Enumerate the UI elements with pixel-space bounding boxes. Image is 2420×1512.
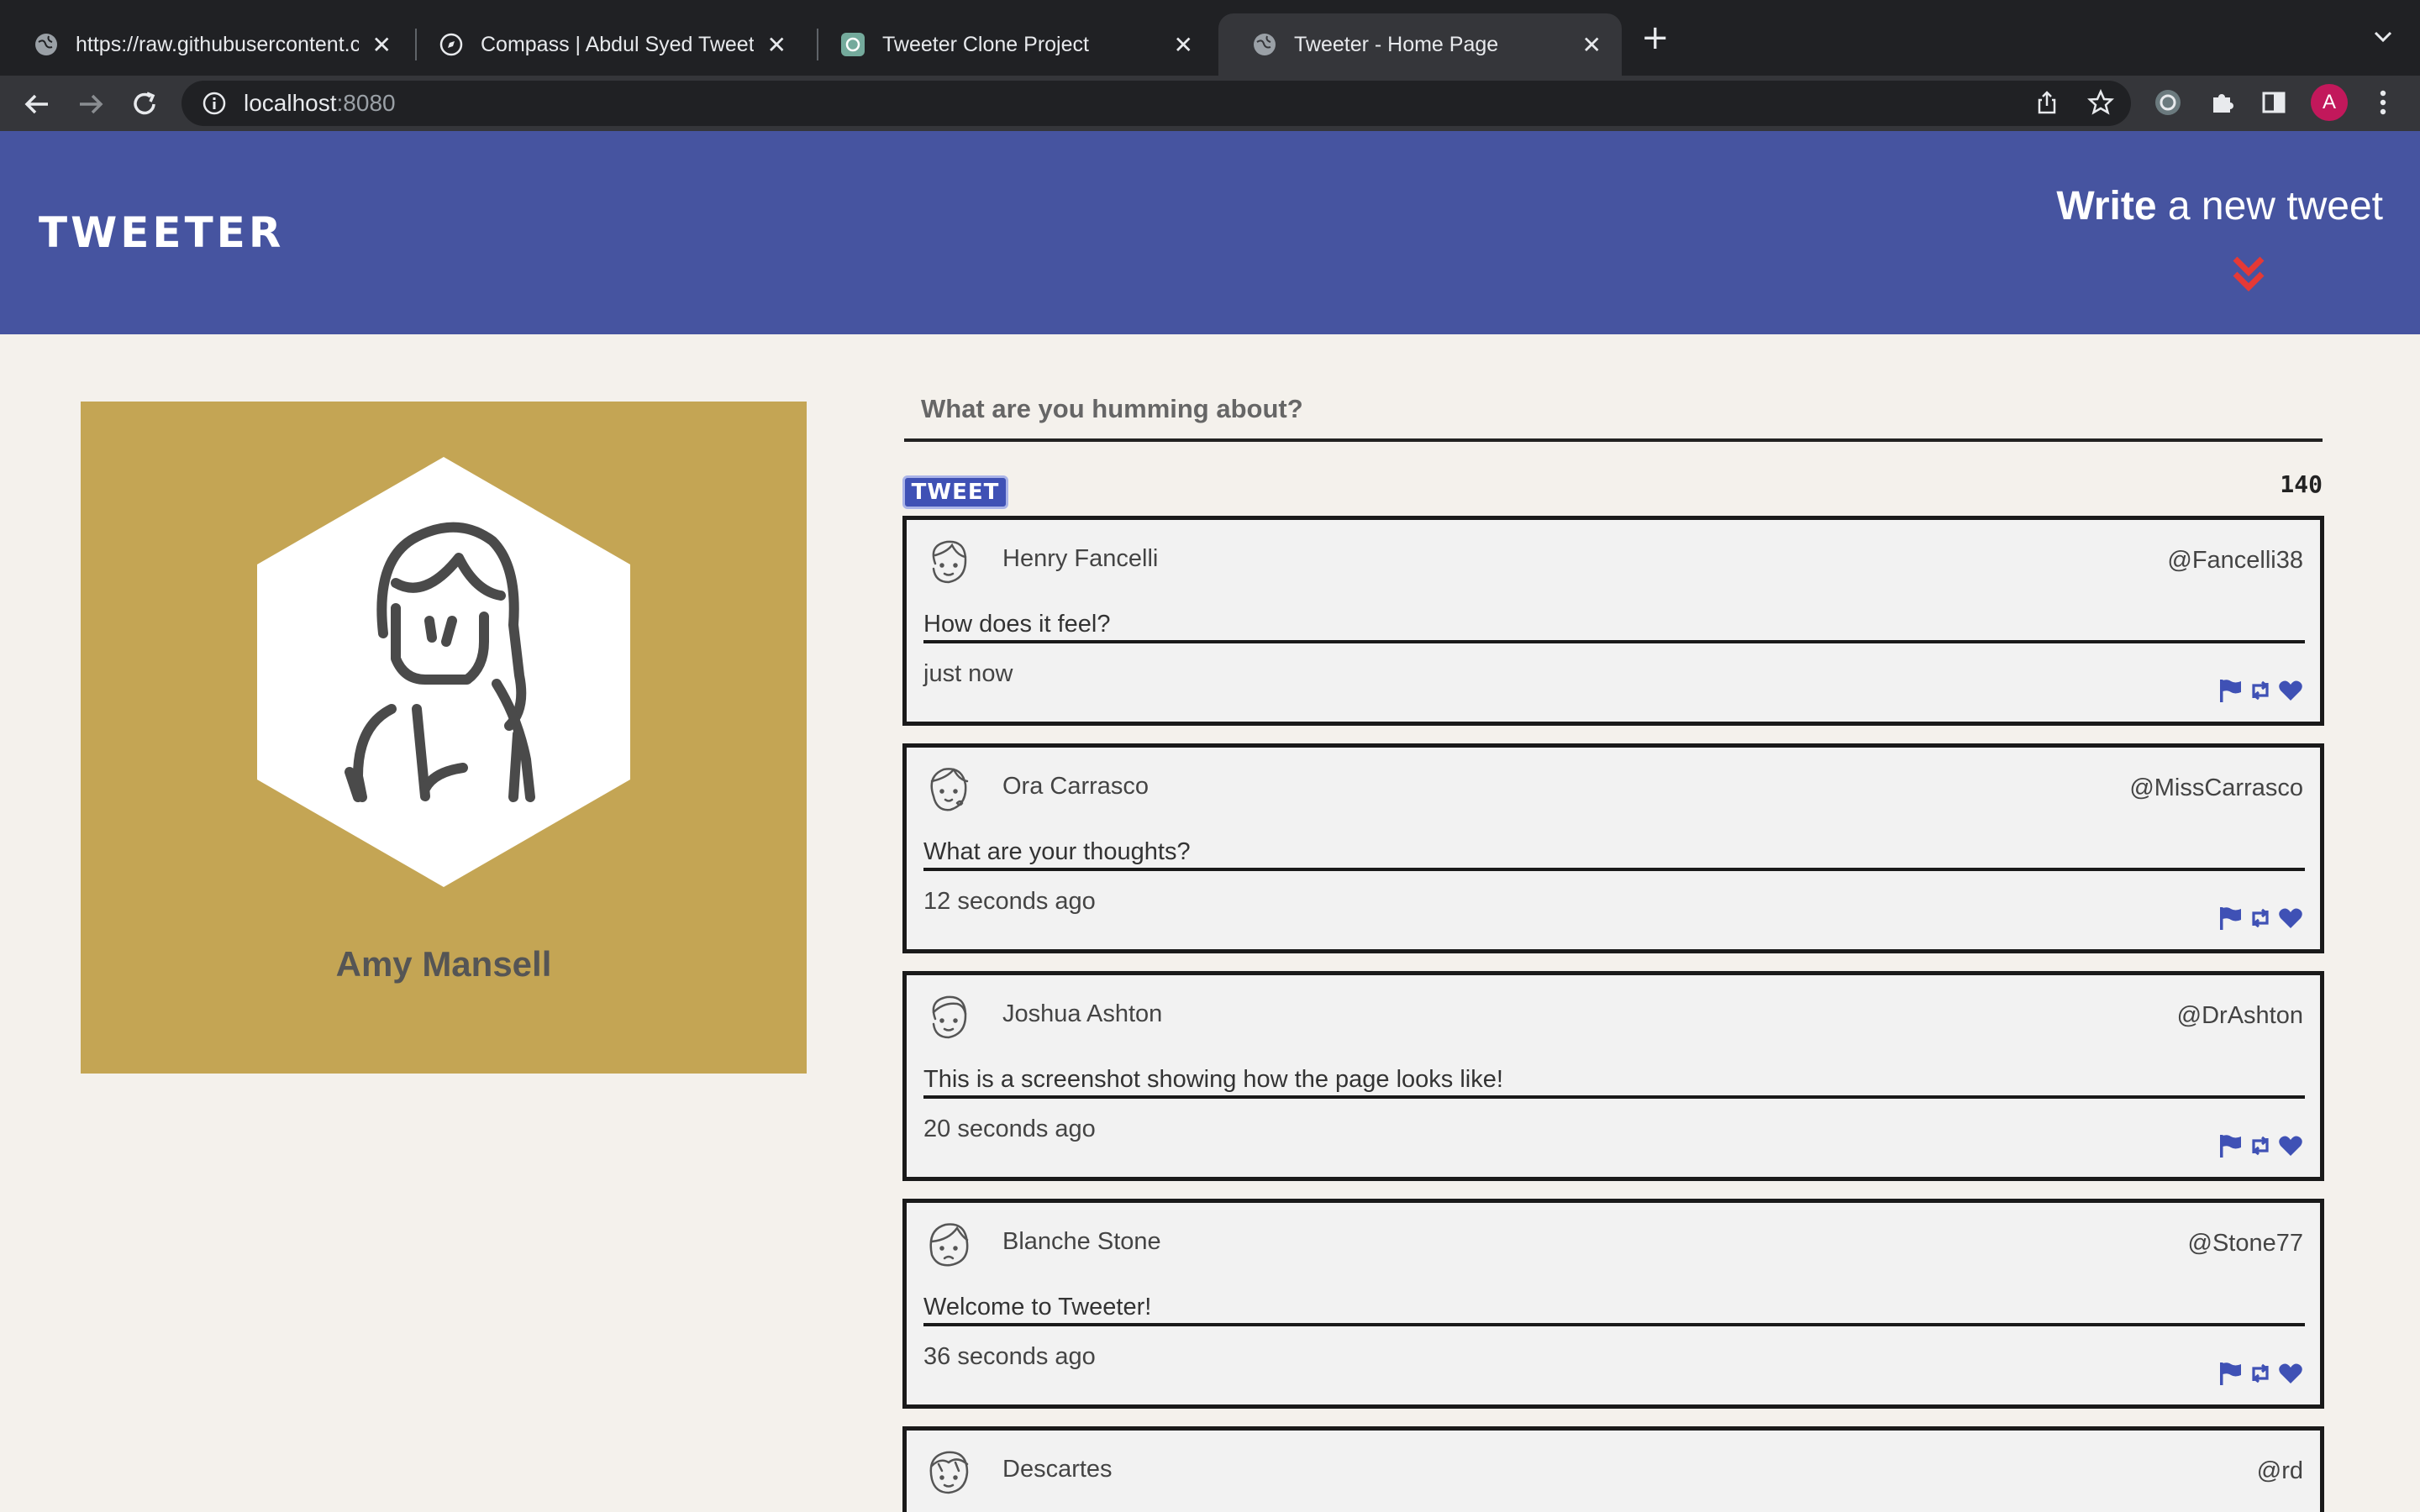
tweet-author-name: Blanche Stone	[1002, 1228, 1161, 1255]
tweet-author-handle: @rd	[2256, 1457, 2303, 1484]
user-avatar	[932, 540, 967, 584]
app-logo[interactable]: TWEETER	[39, 208, 284, 257]
browser-tab-3[interactable]: Tweeter Clone Project ✕	[807, 13, 1213, 76]
tab-title: https://raw.githubusercontent.com	[76, 32, 359, 56]
new-tweet-form	[904, 380, 2323, 442]
globe-icon	[35, 34, 57, 55]
tweet-card: Ora Carrasco @MissCarrasco What are your…	[902, 743, 2324, 953]
heart-icon[interactable]	[2278, 1361, 2303, 1386]
compose-label-rest: a new tweet	[2156, 184, 2383, 228]
flag-icon[interactable]	[2217, 1361, 2243, 1386]
tweet-timestamp: 20 seconds ago	[923, 1116, 1096, 1142]
close-icon[interactable]: ✕	[1582, 31, 1602, 59]
browser-tab-active[interactable]: Tweeter - Home Page ✕	[1218, 13, 1622, 76]
tweet-card: Henry Fancelli @Fancelli38 How does it f…	[902, 516, 2324, 726]
browser-tab-2[interactable]: Compass | Abdul Syed Tweeter ✕	[405, 13, 807, 76]
browser-tab-1[interactable]: https://raw.githubusercontent.com ✕	[0, 13, 412, 76]
back-icon[interactable]	[20, 87, 54, 121]
tweet-divider	[923, 868, 2305, 871]
flag-icon[interactable]	[2217, 906, 2243, 931]
tweet-author-handle: @DrAshton	[2176, 1002, 2303, 1029]
address-bar[interactable]: localhost:8080	[182, 81, 2131, 126]
share-icon[interactable]	[2030, 86, 2064, 119]
user-avatar	[930, 768, 969, 811]
browser-tabstrip: https://raw.githubusercontent.com ✕ Comp…	[0, 0, 2420, 76]
compose-label-bold: Write	[2056, 184, 2157, 228]
tab-title: Compass | Abdul Syed Tweeter	[481, 32, 754, 56]
puzzle-icon[interactable]	[2205, 86, 2238, 119]
app-header: TWEETER Write a new tweet	[0, 131, 2420, 334]
tweet-card: Descartes @rd	[902, 1426, 2324, 1512]
tweet-card: Blanche Stone @Stone77 Welcome to Tweete…	[902, 1199, 2324, 1409]
profile-avatar	[257, 457, 630, 887]
tweet-actions	[2217, 1361, 2303, 1386]
url-host: localhost	[244, 90, 337, 116]
tweet-timestamp: 36 seconds ago	[923, 1343, 1096, 1370]
tweet-author-handle: @Fancelli38	[2167, 547, 2303, 574]
user-avatar	[929, 1451, 969, 1494]
tweet-author-handle: @MissCarrasco	[2129, 774, 2303, 801]
heart-icon[interactable]	[2278, 906, 2303, 931]
tweet-divider	[923, 1095, 2305, 1099]
retweet-icon[interactable]	[2248, 678, 2273, 703]
retweet-icon[interactable]	[2248, 1133, 2273, 1158]
tab-title: Tweeter - Home Page	[1294, 32, 1499, 56]
tweet-author-handle: @Stone77	[2187, 1230, 2303, 1257]
user-avatar	[932, 995, 967, 1039]
profile-card: Amy Mansell	[81, 402, 807, 1074]
kebab-menu-icon[interactable]	[2366, 86, 2400, 119]
heart-icon[interactable]	[2278, 1133, 2303, 1158]
tweet-divider	[923, 640, 2305, 643]
write-new-tweet-toggle[interactable]: Write a new tweet	[2056, 183, 2383, 229]
tweet-actions	[2217, 906, 2303, 931]
flag-icon[interactable]	[2217, 678, 2243, 703]
side-panel-icon[interactable]	[2257, 86, 2291, 119]
url-port: :8080	[336, 90, 396, 116]
tweet-divider	[923, 1323, 2305, 1326]
chevron-down-icon[interactable]	[2371, 25, 2395, 49]
tweet-text-input[interactable]	[904, 380, 2323, 438]
heart-icon[interactable]	[2278, 678, 2303, 703]
info-icon[interactable]	[202, 91, 227, 116]
new-tab-icon[interactable]: +	[1641, 18, 1670, 57]
tweet-text: Welcome to Tweeter!	[923, 1294, 1152, 1320]
extension-chatgpt-icon[interactable]	[2151, 86, 2185, 119]
chatgpt-icon	[841, 33, 865, 56]
tweet-author-name: Henry Fancelli	[1002, 545, 1159, 572]
browser-profile-avatar[interactable]: A	[2311, 84, 2348, 121]
user-avatar	[929, 1223, 969, 1267]
profile-name: Amy Mansell	[335, 944, 552, 984]
tweet-author-name: Joshua Ashton	[1002, 1000, 1163, 1027]
close-icon[interactable]: ✕	[767, 31, 786, 59]
bookmark-star-icon[interactable]	[2084, 86, 2118, 119]
forward-icon[interactable]	[74, 87, 108, 121]
tweet-text: How does it feel?	[923, 611, 1111, 638]
close-icon[interactable]: ✕	[1174, 31, 1193, 59]
tweet-actions	[2217, 1133, 2303, 1158]
tab-title: Tweeter Clone Project	[882, 32, 1089, 56]
double-chevron-down-icon[interactable]	[2230, 254, 2267, 296]
tweet-submit-button[interactable]: TWEET	[902, 475, 1008, 509]
tweet-card: Joshua Ashton @DrAshton This is a screen…	[902, 971, 2324, 1181]
tweet-text: What are your thoughts?	[923, 838, 1191, 865]
retweet-icon[interactable]	[2248, 906, 2273, 931]
reload-icon[interactable]	[128, 87, 161, 121]
globe-icon	[1254, 34, 1276, 55]
retweet-icon[interactable]	[2248, 1361, 2273, 1386]
tweet-text: This is a screenshot showing how the pag…	[923, 1066, 1503, 1093]
flag-icon[interactable]	[2217, 1133, 2243, 1158]
compass-icon	[439, 33, 463, 56]
tweet-author-name: Ora Carrasco	[1002, 773, 1150, 800]
tweet-actions	[2217, 678, 2303, 703]
tweet-author-name: Descartes	[1002, 1456, 1113, 1483]
tweet-timestamp: just now	[923, 660, 1013, 687]
tweet-timestamp: 12 seconds ago	[923, 888, 1096, 915]
close-icon[interactable]: ✕	[372, 31, 392, 59]
character-counter: 140	[2280, 470, 2323, 498]
